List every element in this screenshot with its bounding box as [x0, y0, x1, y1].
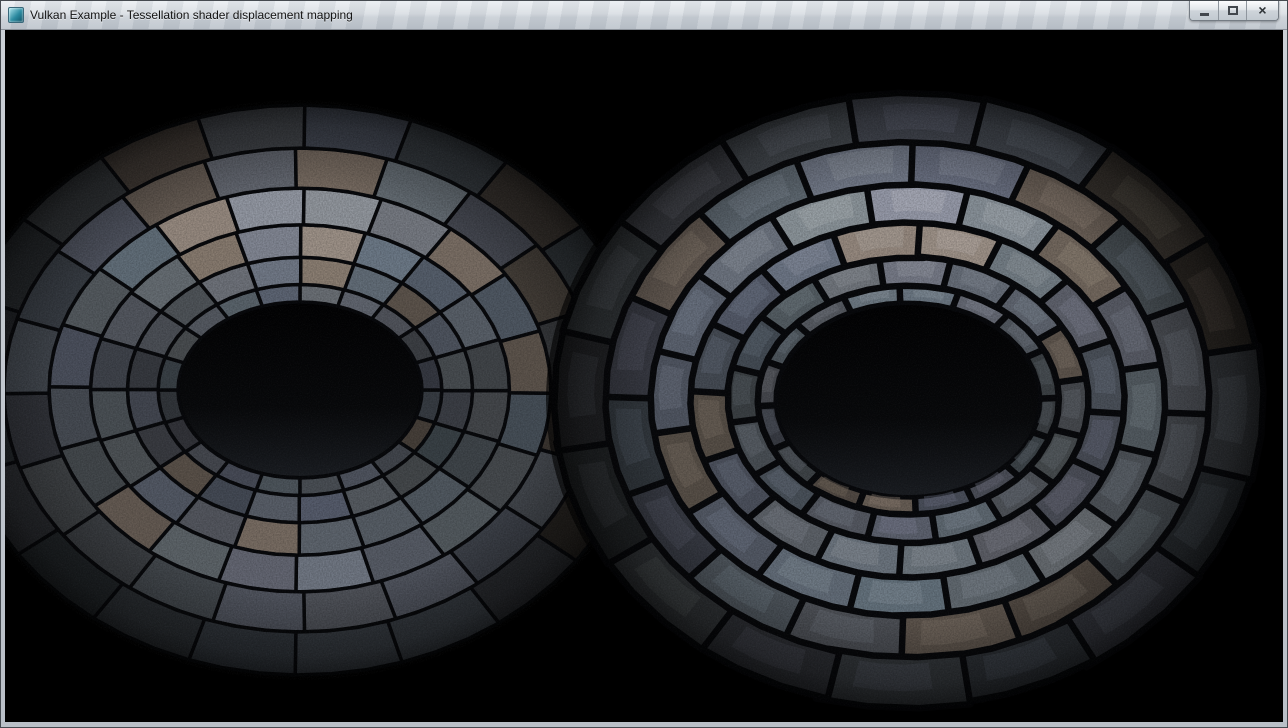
minimize-button[interactable]	[1190, 1, 1218, 20]
window-title: Vulkan Example - Tessellation shader dis…	[30, 8, 353, 22]
close-button[interactable]: ×	[1246, 1, 1278, 20]
minimize-icon	[1200, 13, 1209, 16]
window-frame	[1, 30, 1287, 726]
app-icon	[8, 7, 24, 23]
titlebar[interactable]: Vulkan Example - Tessellation shader dis…	[1, 1, 1287, 30]
app-window: Vulkan Example - Tessellation shader dis…	[0, 0, 1288, 728]
window-controls: ×	[1189, 1, 1279, 21]
maximize-button[interactable]	[1218, 1, 1246, 20]
render-viewport[interactable]	[5, 30, 1283, 722]
maximize-icon	[1228, 6, 1238, 15]
render-scene	[5, 30, 1283, 722]
close-icon: ×	[1258, 3, 1266, 17]
